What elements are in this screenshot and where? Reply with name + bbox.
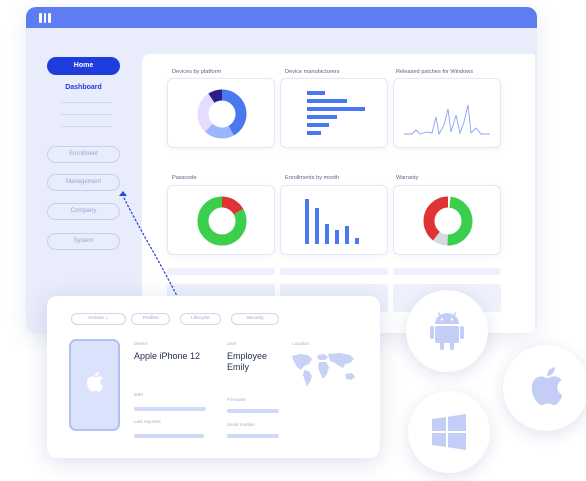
- user-field-value-line2: Emily: [227, 362, 249, 372]
- phone-illustration: [69, 339, 120, 431]
- imei-field-label: IMEI: [134, 392, 144, 397]
- tab-actions-label: Actions: [87, 316, 104, 321]
- firmware-field-label: Firmware: [227, 397, 246, 402]
- imei-value-placeholder: [134, 407, 206, 411]
- user-field-label: User: [227, 341, 237, 346]
- world-map-icon: [292, 353, 355, 387]
- windows-icon: [432, 414, 466, 450]
- device-detail-card: Actions ⌄ Profiles Lifecycle Security De…: [47, 296, 380, 458]
- chevron-down-icon: ⌄: [105, 316, 110, 321]
- last-reported-field-label: Last reported: [134, 419, 161, 424]
- apple-icon: [531, 367, 563, 406]
- firmware-value-placeholder: [227, 409, 279, 413]
- android-platform-badge: [406, 290, 488, 372]
- android-icon: [430, 312, 464, 350]
- tab-profiles[interactable]: Profiles: [131, 313, 170, 325]
- last-reported-value-placeholder: [134, 434, 204, 438]
- apple-icon: [87, 371, 104, 392]
- user-field-value-line1: Employee: [227, 351, 268, 361]
- location-field-label: Location: [292, 341, 310, 346]
- tab-lifecycle[interactable]: Lifecycle: [180, 313, 221, 325]
- serial-number-value-placeholder: [227, 434, 279, 438]
- tab-security[interactable]: Security: [231, 313, 279, 325]
- device-field-label: Device: [134, 341, 148, 346]
- serial-number-field-label: Serial number: [227, 422, 256, 427]
- device-field-value: Apple iPhone 12: [134, 351, 201, 361]
- tab-actions[interactable]: Actions ⌄: [71, 313, 126, 325]
- windows-platform-badge: [408, 391, 490, 473]
- apple-platform-badge: [503, 345, 586, 431]
